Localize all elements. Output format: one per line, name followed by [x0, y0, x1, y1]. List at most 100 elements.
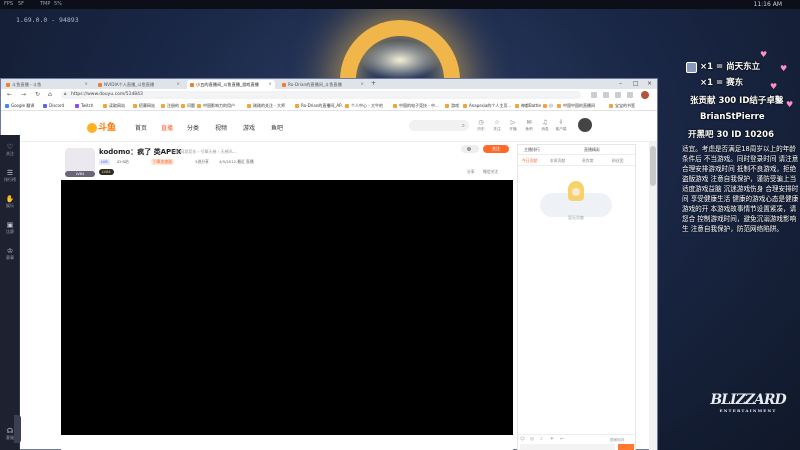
bookmark[interactable]: 中国的电子竞技 - 中...: [393, 101, 439, 111]
game-sidebar-item[interactable]: ☰ 排行榜: [0, 169, 20, 182]
douyu-logo[interactable]: 斗鱼: [87, 120, 116, 133]
bookmark[interactable]: 读取网站: [103, 101, 125, 111]
share-button[interactable]: 分享: [467, 169, 475, 175]
nav-video[interactable]: 视频: [215, 123, 227, 132]
bookmark[interactable]: 刚刚的关注 - 大师: [247, 101, 285, 111]
bookmark[interactable]: 宝宝的书签: [609, 101, 635, 111]
badge-icon[interactable]: ◎: [530, 437, 534, 442]
nav-category[interactable]: 分类: [187, 123, 199, 132]
game-sidebar-item[interactable]: ▣ 比赛: [0, 221, 20, 234]
extension-icon[interactable]: [603, 92, 609, 98]
bookmark[interactable]: 神都Battle: [515, 101, 541, 111]
scrollbar-thumb[interactable]: [650, 146, 656, 186]
reload-icon[interactable]: ↻: [35, 90, 40, 100]
extension-icon[interactable]: [591, 92, 597, 98]
new-tab-icon[interactable]: +: [371, 79, 376, 89]
browser-tab[interactable]: Ro-Drian的直播间_斗鱼直播 ×: [279, 80, 367, 89]
chat-input[interactable]: [520, 444, 615, 450]
emoji-icon[interactable]: ☺: [520, 437, 525, 442]
notification-toggle[interactable]: [461, 145, 479, 153]
lock-icon: 🔒︎: [64, 92, 67, 97]
empty-state-text: 暂无贡献: [568, 215, 584, 220]
search-icon[interactable]: ⌕: [462, 120, 465, 131]
game-sidebar-item[interactable]: ♔ 赛事: [0, 247, 20, 260]
bookmark[interactable]: 个人中心 - 大牛的: [345, 101, 383, 111]
block-effects-checkbox[interactable]: 屏蔽特效: [610, 438, 624, 443]
bookmark-label: 宝宝的书签: [615, 103, 635, 108]
minimize-icon[interactable]: –: [619, 79, 622, 89]
game-sidebar-item[interactable]: ☊ 客服: [0, 427, 20, 440]
room-tag[interactable]: 引擎加速器: [151, 159, 174, 165]
bookmark[interactable]: Ro-Drian的直播间_AP...: [295, 101, 345, 111]
header-fishbar[interactable]: ✉ 鱼吧: [522, 118, 536, 131]
header-history[interactable]: ◷ 历史: [474, 118, 488, 131]
header-messages[interactable]: ♫ 消息: [538, 118, 552, 131]
tab-close-icon[interactable]: ×: [268, 80, 272, 89]
overlay-topbar: FPS 5F TMP 5% 11:16 AM: [0, 0, 800, 9]
tab-close-icon[interactable]: ×: [176, 80, 180, 89]
page-scrollbar[interactable]: [649, 142, 657, 450]
header-client[interactable]: ⇩ 客户端: [554, 118, 568, 131]
nav-home[interactable]: 首页: [135, 123, 147, 132]
tab-label: NVIDIA个人直播_斗鱼直播: [104, 82, 155, 87]
wechat-follow-button[interactable]: 微信关注: [483, 169, 498, 175]
home-icon[interactable]: ⌂: [48, 90, 52, 100]
browser-tab[interactable]: NVIDIA个人直播_斗鱼直播 ×: [95, 80, 183, 89]
volume-icon[interactable]: ♪: [540, 437, 543, 442]
bookmark[interactable]: 注册的: [161, 101, 179, 111]
bookmark[interactable]: 招募网站: [133, 101, 155, 111]
browser-tab[interactable]: 斗鱼直播 - 斗鱼 ×: [3, 80, 91, 89]
tab-fan-club[interactable]: 粉丝团: [612, 158, 623, 164]
browser-tab-active[interactable]: 小五的直播间_斗鱼直播_游戏直播 ×: [187, 80, 275, 89]
forward-icon[interactable]: →: [21, 90, 26, 100]
toggle-knob: [467, 147, 471, 151]
extension-icon[interactable]: [627, 92, 633, 98]
bookmark-label: 读取网站: [109, 103, 125, 108]
back-icon[interactable]: ←: [7, 90, 12, 100]
tab-anchor-rank[interactable]: 主播排行: [524, 147, 540, 153]
address-bar[interactable]: 🔒︎ https://www.douyu.com/514843: [61, 91, 581, 99]
extension-icon[interactable]: [615, 92, 621, 98]
bookmark[interactable]: Twitch: [75, 101, 93, 111]
topbar-stat: 5F: [18, 1, 25, 7]
maximize-icon[interactable]: □: [633, 79, 639, 89]
send-button[interactable]: [618, 444, 634, 450]
profile-avatar[interactable]: [641, 91, 649, 99]
brand-name: BLIZZARD: [710, 392, 786, 408]
bookmark[interactable]: 问题: [181, 101, 195, 111]
nav-game[interactable]: 游戏: [243, 123, 255, 132]
tab-vip-seats[interactable]: 贵宾席: [582, 158, 593, 164]
close-window-icon[interactable]: ×: [647, 79, 652, 89]
tab-live-highlights[interactable]: 直播精彩: [584, 147, 600, 153]
video-player[interactable]: [61, 180, 513, 435]
nav-fishbar[interactable]: 鱼吧: [271, 123, 283, 132]
nav-live[interactable]: 直播: [161, 123, 173, 132]
danmaku-message: 开黑吧 30 ID 10206: [688, 130, 774, 140]
bookmark[interactable]: 游戏: [445, 101, 459, 111]
bookmark[interactable]: 中国中国的直播间: [557, 101, 595, 111]
follow-button[interactable]: 关注: [483, 145, 509, 153]
danmaku-message: ×1 = 尚天东立: [700, 62, 761, 72]
game-sidebar-item[interactable]: ✋ 娱乐: [0, 195, 20, 208]
tab-today-contribution[interactable]: 今日贡献: [522, 158, 537, 164]
logo-text: 斗鱼: [98, 123, 117, 133]
site-search-input[interactable]: ⌕: [409, 120, 469, 131]
reply-icon[interactable]: ↩: [560, 437, 564, 442]
bookmark[interactable]: Google 翻译: [5, 101, 34, 111]
tab-close-icon[interactable]: ×: [84, 80, 88, 89]
header-follow[interactable]: ☆ 关注: [490, 118, 504, 131]
streamer-avatar[interactable]: LV84: [65, 148, 95, 177]
bookmark[interactable]: 中国影响力的用户: [197, 101, 235, 111]
bookmark-icon: [609, 104, 613, 108]
bookmark[interactable]: 小: [543, 101, 553, 111]
user-avatar[interactable]: [578, 118, 592, 132]
game-sidebar-item[interactable]: ♡ 关注: [0, 143, 20, 156]
bookmark[interactable]: Discord: [43, 101, 64, 111]
gift-icon[interactable]: ✦: [550, 437, 554, 442]
tab-close-icon[interactable]: ×: [360, 80, 364, 89]
bookmark[interactable]: Anapesia的个人主页...: [463, 101, 511, 111]
tab-label: 斗鱼直播 - 斗鱼: [12, 82, 42, 87]
tab-week-contribution[interactable]: 本周贡献: [550, 158, 565, 164]
bookmark-label: 刚刚的关注 - 大师: [253, 103, 285, 108]
header-start-live[interactable]: ▷ 开播: [506, 118, 520, 131]
